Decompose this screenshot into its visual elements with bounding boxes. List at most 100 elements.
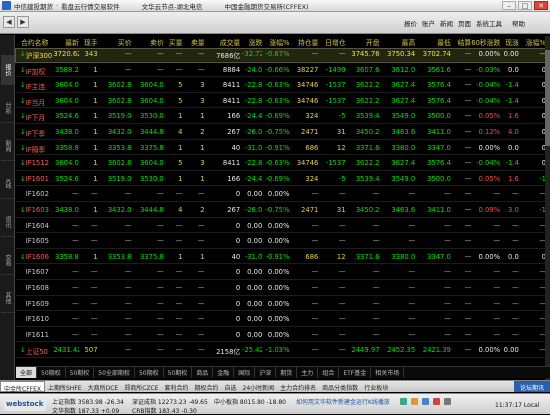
menu-news[interactable]: 新闻 bbox=[440, 18, 453, 28]
exchange-tab[interactable]: 套利合约 bbox=[161, 381, 191, 392]
table-row[interactable]: IF1609 — — — — — — 0 0.00 0.00% — — — — — — — — — bbox=[16, 299, 546, 312]
back-icon[interactable]: ◀ bbox=[3, 16, 15, 28]
table-row[interactable]: ↓ IF加权 3588.2 1— — — —8884 -24.0 -0.66% 38227 -149… bbox=[16, 65, 546, 78]
table-row[interactable]: IF1608 — — — — — — 0 0.00 0.00% — — — — — — — — — bbox=[16, 283, 546, 296]
sidebar-tab-quote[interactable]: 报价 bbox=[1, 55, 14, 85]
subtab[interactable]: 商品 bbox=[192, 367, 214, 378]
table-row[interactable]: ↓ IF主连 3604.0 1 3602.8 3604.0 5 3 8411 -22.8 -0.63… bbox=[16, 80, 546, 93]
column-header[interactable]: 合约名称 bbox=[18, 37, 52, 48]
subtab[interactable]: 金融 bbox=[213, 367, 235, 378]
menu-page[interactable]: 页面 bbox=[458, 18, 471, 28]
sidebar-tab-kline[interactable]: K线 bbox=[1, 169, 14, 199]
table-row[interactable]: ↓ IF1512 3604.0 1 3602.8 3604.0 5 3 8411 -22.8 -0.… bbox=[16, 158, 546, 171]
sidebar: 报价 分析 新闻 K线 资讯 交易 其他 bbox=[0, 35, 15, 380]
column-header[interactable]: 日增仓 bbox=[320, 37, 345, 48]
table-row[interactable]: ↓ IF下月 3524.6 1 3519.0 3530.0 1 1 166 -24.4 -0.69%… bbox=[16, 111, 546, 124]
sidebar-tab-info[interactable]: 资讯 bbox=[1, 207, 14, 237]
subtab[interactable]: 50期权 bbox=[164, 367, 193, 378]
column-header[interactable]: 现手 bbox=[81, 37, 98, 48]
column-header[interactable]: 卖价 bbox=[133, 37, 164, 48]
forum-button[interactable]: 论坛期讯 bbox=[513, 381, 550, 392]
menu-account[interactable]: 账户 bbox=[422, 18, 435, 28]
subtab[interactable]: 主力 bbox=[297, 367, 319, 378]
sidebar-tab-news[interactable]: 新闻 bbox=[1, 131, 14, 161]
cell-s60: — bbox=[493, 268, 501, 277]
alert-icon[interactable] bbox=[411, 398, 418, 405]
table-row[interactable]: IF1611 — — — — — — 0 0.00 0.00% — — — — — — — — — bbox=[16, 330, 546, 343]
table-row[interactable]: ↓ 上证50 2431.42 507— — — —2158亿 -25.42 -1.03% — —24… bbox=[16, 345, 546, 358]
menu-quote[interactable]: 报价 bbox=[404, 18, 417, 28]
column-header[interactable]: 卖量 bbox=[184, 37, 205, 48]
sidebar-tab-other[interactable]: 其他 bbox=[1, 283, 14, 313]
forward-icon[interactable]: ▶ bbox=[17, 16, 29, 28]
sidebar-tab-trade[interactable]: 交易 bbox=[1, 245, 14, 275]
table-row[interactable]: IF1602 — — — — — — 0 0.00 0.00% — — — — — — — — — bbox=[16, 189, 546, 202]
close-icon[interactable]: ✕ bbox=[534, 1, 548, 10]
column-header[interactable]: 开盘 bbox=[347, 37, 380, 48]
table-row[interactable]: ↓ IF隔季 3358.8 1 3353.8 3375.8 1 1 40 -31.0 -0.91% 6… bbox=[16, 143, 546, 156]
subtab[interactable]: 全部 bbox=[16, 367, 38, 378]
cell-bidq: 1 bbox=[178, 112, 183, 121]
column-header[interactable]: 结算 bbox=[453, 37, 472, 48]
settings-icon[interactable] bbox=[444, 398, 451, 405]
subtab[interactable]: 50期权 bbox=[66, 367, 95, 378]
subtab[interactable]: 50期权 bbox=[37, 367, 66, 378]
exchange-tab[interactable]: 郑商所CZCE bbox=[121, 381, 161, 392]
table-row[interactable]: ↓ 沪深300 3720.62 343— — — —7686亿 -32.72 -0.87% — —3… bbox=[15, 48, 547, 63]
table-row[interactable]: IF1605 — — — — — — 0 0.00 0.00% — — — — — — — — — bbox=[16, 236, 546, 249]
exchange-tab[interactable]: 主力合约排名 bbox=[277, 381, 319, 392]
column-header[interactable]: 涨幅% bbox=[264, 37, 289, 48]
exchange-tab[interactable]: 期权合约 bbox=[191, 381, 221, 392]
column-header[interactable]: 60秒涨跌 bbox=[471, 37, 500, 48]
subtab[interactable]: ETF基金 bbox=[339, 367, 372, 378]
table-row[interactable]: IF1607 — — — — — — 0 0.00 0.00% — — — — — — — — — bbox=[16, 267, 546, 280]
exchange-tab[interactable]: 上期所SHFE bbox=[45, 381, 85, 392]
table-row[interactable]: ↓ IF1606 3358.8 1 3353.8 3375.8 1 1 40 -31.0 -0.91… bbox=[16, 252, 546, 265]
column-header[interactable]: 买价 bbox=[99, 37, 132, 48]
exchange-tab[interactable]: 自选 bbox=[222, 381, 240, 392]
minimize-icon[interactable]: – bbox=[502, 1, 516, 10]
subtab[interactable]: 期货 bbox=[276, 367, 298, 378]
cell-open: — bbox=[372, 268, 380, 277]
cell-open: 3622.2 bbox=[355, 96, 380, 105]
menu-tools[interactable]: 系统工具 bbox=[476, 18, 502, 28]
table-row[interactable]: ↓ IF当月 3604.0 1 3602.8 3604.0 5 3 8411 -22.8 -0.63… bbox=[16, 96, 546, 109]
record-icon[interactable] bbox=[433, 398, 440, 405]
exchange-tab[interactable]: 24小时新闻 bbox=[240, 381, 278, 392]
maximize-icon[interactable]: □ bbox=[518, 1, 532, 10]
subtab[interactable]: 50期权 bbox=[135, 367, 164, 378]
column-header[interactable]: 涨跌 bbox=[242, 37, 263, 48]
column-header[interactable]: 最新 bbox=[53, 37, 79, 48]
column-header[interactable]: 买量 bbox=[165, 37, 183, 48]
column-header[interactable]: 最高 bbox=[381, 37, 416, 48]
scrollbar-thumb[interactable] bbox=[545, 50, 550, 146]
table-row[interactable]: ↓ IF下季 3438.0 1 3432.0 3444.8 4 2 267 -26.0 -0.75%… bbox=[16, 127, 546, 140]
table-row[interactable]: IF1610 — — — — — — 0 0.00 0.00% — — — — — — — — — bbox=[16, 314, 546, 327]
exchange-tab[interactable]: 行业板块 bbox=[361, 381, 391, 392]
subtab[interactable]: 50全部期权 bbox=[94, 367, 135, 378]
exchange-tab[interactable]: 商品分类指数 bbox=[319, 381, 361, 392]
sidebar-tab-analysis[interactable]: 分析 bbox=[1, 93, 14, 123]
exchange-tab[interactable]: 中金所CFFEX bbox=[0, 381, 45, 393]
cell-open: 3450.2 bbox=[355, 206, 380, 214]
message-icon[interactable] bbox=[422, 398, 429, 405]
subtab[interactable]: 组合 bbox=[318, 367, 340, 378]
exchange-tab[interactable]: 大商所DCE bbox=[85, 381, 122, 392]
cell-pct: -0.91% bbox=[265, 143, 290, 152]
menu-help[interactable]: 帮助 bbox=[512, 18, 525, 28]
subtab[interactable]: 相关市场 bbox=[371, 367, 405, 378]
subtab[interactable]: 国际 bbox=[234, 367, 256, 378]
table-row[interactable]: ↓ IF1601 3524.6 1 3519.0 3530.0 1 1 166 -24.4 -0.6… bbox=[16, 174, 546, 187]
vertical-scrollbar[interactable] bbox=[545, 36, 550, 380]
column-header[interactable]: 涨幅% bbox=[521, 37, 546, 48]
table-row[interactable]: ↓ IF1603 3438.0 1 3432.0 3444.8 4 2 267 -26.0 -0.7… bbox=[16, 205, 546, 218]
column-header[interactable]: 成交量 bbox=[206, 37, 240, 48]
column-header[interactable]: 最低 bbox=[417, 37, 451, 48]
cell-name: IF1605 bbox=[25, 237, 49, 246]
table-row[interactable]: IF1604 — — — — — — 0 0.00 0.00% — — — — — — — — — bbox=[16, 221, 546, 234]
notice-link[interactable]: 如何用文华软件新建金运行K线播放 bbox=[296, 397, 390, 406]
cell-oi_chg: 12 bbox=[336, 252, 346, 261]
column-header[interactable]: 持仓量 bbox=[291, 37, 318, 48]
column-header[interactable]: 现涨 bbox=[502, 37, 519, 48]
subtab[interactable]: 沪深 bbox=[255, 367, 277, 378]
